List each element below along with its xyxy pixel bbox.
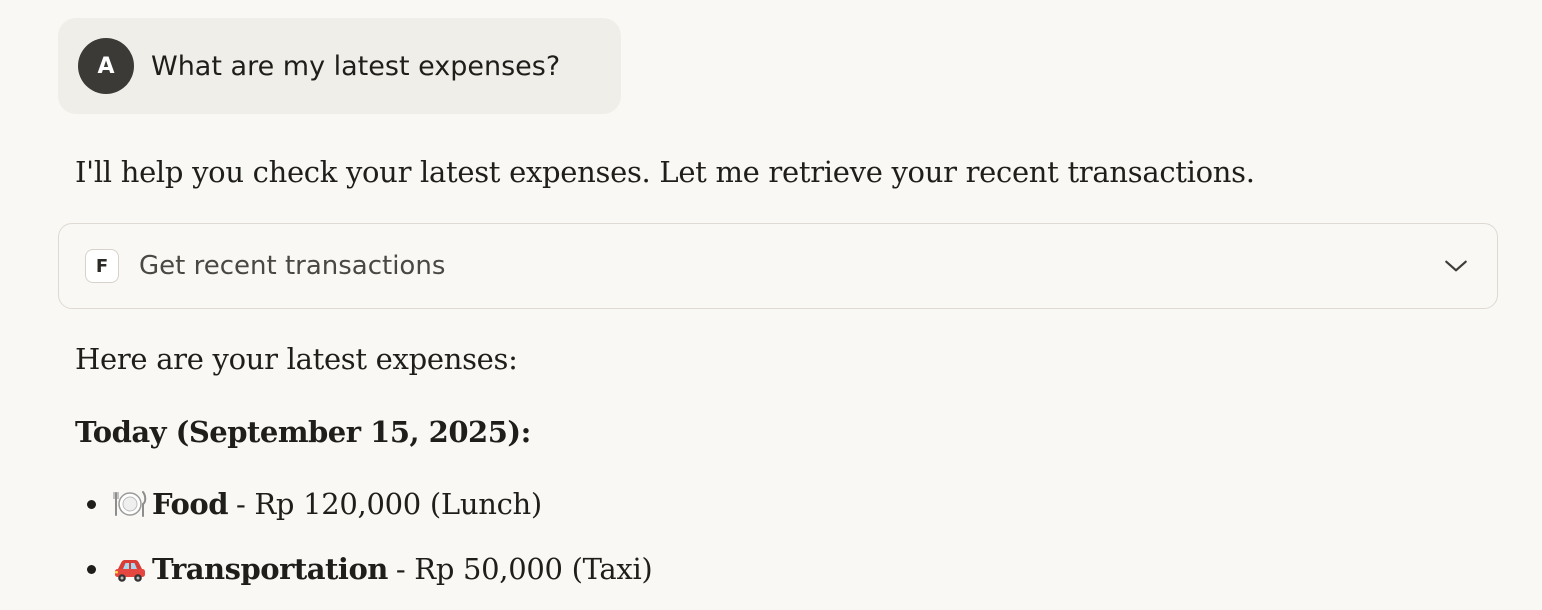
bullet: [87, 564, 96, 574]
assistant-intro-text: I'll help you check your latest expenses…: [75, 155, 1255, 189]
response-intro-text: Here are your latest expenses:: [75, 342, 518, 376]
expense-item-food: Food - Rp 120,000 (Lunch): [75, 480, 652, 528]
expense-item-transportation: Transportation - Rp 50,000 (Taxi): [75, 545, 653, 593]
user-message-bubble: A What are my latest expenses?: [58, 18, 621, 114]
tool-badge: F: [85, 249, 119, 283]
tool-call-label: Get recent transactions: [139, 251, 446, 281]
expense-list: Food - Rp 120,000 (Lunch) Transportation…: [75, 480, 653, 610]
user-message-text: What are my latest expenses?: [151, 50, 561, 82]
plate-cutlery-icon: [113, 491, 147, 517]
tool-call-card[interactable]: F Get recent transactions: [58, 223, 1498, 309]
car-icon: [115, 560, 145, 582]
expense-detail: - Rp 120,000 (Lunch): [235, 487, 542, 521]
expense-detail: - Rp 50,000 (Taxi): [395, 552, 653, 586]
user-avatar: A: [78, 38, 134, 94]
bullet: [87, 499, 96, 509]
expense-category: Food: [152, 487, 228, 521]
chevron-down-icon[interactable]: [1443, 253, 1469, 279]
expense-category: Transportation: [152, 552, 388, 586]
section-heading: Today (September 15, 2025):: [75, 415, 531, 449]
